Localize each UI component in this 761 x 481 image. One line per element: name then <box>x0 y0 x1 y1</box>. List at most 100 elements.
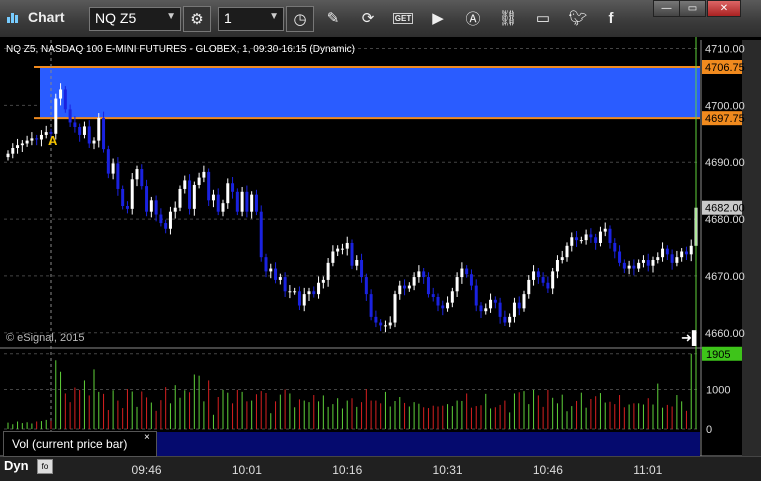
candle-body <box>465 268 469 275</box>
candle-body <box>207 171 211 201</box>
candle-body <box>551 271 555 289</box>
candle-body <box>584 234 588 241</box>
candle-body <box>565 245 569 258</box>
chevron-down-icon[interactable]: ▼ <box>269 11 279 22</box>
candle-body <box>608 228 612 243</box>
zone-bottom-price-tag: 4697.75 <box>705 113 745 125</box>
candle-body <box>670 254 674 263</box>
candle-body <box>575 237 579 241</box>
symbol-input[interactable]: NQ Z5 ▼ <box>89 7 181 31</box>
candle-body <box>508 316 512 323</box>
chevron-down-icon[interactable]: ▼ <box>166 11 176 22</box>
candle-body <box>527 279 531 295</box>
candle-body <box>111 163 115 174</box>
close-icon: ✕ <box>719 3 729 14</box>
candle-body <box>269 268 273 272</box>
candle-body <box>336 248 340 252</box>
candle-body <box>39 134 43 140</box>
candle-body <box>154 200 158 215</box>
price-tick-label: 4710.00 <box>705 44 745 56</box>
refresh-button[interactable]: ⟳ <box>355 6 381 30</box>
candle-body <box>360 260 364 278</box>
chart-canvas[interactable]: 4660.00 4670.00 4680.00 4690.00 4700.00 4710.… <box>0 37 761 481</box>
close-window-button[interactable]: ✕ <box>707 0 741 17</box>
interval-input[interactable]: 1 ▼ <box>218 7 284 31</box>
candle-body <box>202 171 206 178</box>
candle-body <box>484 308 488 312</box>
candle-body <box>293 291 297 293</box>
candle-body <box>192 184 196 209</box>
candle-body <box>641 260 645 263</box>
twitter-button[interactable]: 🐦︎ <box>565 6 591 30</box>
jump-to-end-button[interactable]: ➜▌ <box>681 330 701 346</box>
chart-app-icon <box>7 13 18 23</box>
refresh-icon: ⟳ <box>361 10 375 27</box>
link-icon: ⛓ <box>498 10 518 27</box>
supply-zone <box>40 67 700 119</box>
candle-body <box>78 126 82 135</box>
minimize-icon: — <box>661 3 672 14</box>
mode-lock-icon[interactable]: fo <box>37 459 53 474</box>
link-button[interactable]: ⛓ <box>495 6 521 30</box>
candle-body <box>469 274 473 286</box>
dynamic-mode-label[interactable]: Dyn <box>4 458 29 473</box>
candle-body <box>393 294 397 323</box>
candle-body <box>646 260 650 266</box>
candle-body <box>407 285 411 289</box>
candle-body <box>675 257 679 263</box>
candle-body <box>541 277 545 283</box>
candle-body <box>383 325 387 327</box>
jump-end-icon: ➜▌ <box>681 330 702 345</box>
volume-study-label[interactable]: Vol (current price bar) <box>3 431 157 457</box>
candle-body <box>618 251 622 263</box>
alert-button[interactable]: Ⓐ <box>460 6 486 30</box>
candle-body <box>30 138 34 141</box>
candle-body <box>188 180 192 209</box>
volume-study-name: Vol (current price bar) <box>12 437 128 451</box>
candle-body <box>340 248 344 250</box>
candle-body <box>312 291 316 295</box>
symbol-value: NQ Z5 <box>95 10 137 26</box>
candle-body <box>651 260 655 266</box>
draw-tool-button[interactable]: ✎ <box>320 6 346 30</box>
candle-body <box>106 149 110 174</box>
close-volume-study-icon[interactable]: × <box>144 432 150 443</box>
candle-body <box>149 200 153 212</box>
candle-body <box>54 98 58 134</box>
play-button[interactable]: ▶ <box>425 6 451 30</box>
candle-body <box>183 180 187 189</box>
time-tick-label: 10:16 <box>332 463 362 477</box>
candle-body <box>503 316 507 323</box>
get-data-button[interactable]: GET <box>390 6 416 30</box>
candle-body <box>173 207 177 212</box>
candle-body <box>145 186 149 212</box>
maximize-button[interactable]: ▭ <box>679 0 706 17</box>
candle-body <box>25 140 29 144</box>
toolbar: Chart NQ Z5 ▼ ⚙ 1 ▼ ◷ ✎ ⟳ GET ▶ Ⓐ ⛓ ▭ 🐦︎… <box>0 0 761 38</box>
comment-button[interactable]: ▭ <box>530 6 556 30</box>
candle-body <box>364 277 368 295</box>
candle-body <box>307 291 311 295</box>
candle-body <box>35 138 39 140</box>
candle-body <box>426 277 430 295</box>
candle-body <box>197 177 201 185</box>
candle-body <box>613 242 617 252</box>
candle-body <box>379 322 383 326</box>
minimize-button[interactable]: — <box>653 0 680 17</box>
candle-body <box>321 279 325 283</box>
interval-clock-button[interactable]: ◷ <box>286 6 314 32</box>
candle-body <box>87 126 91 144</box>
facebook-button[interactable]: f <box>598 6 624 30</box>
candle-body <box>135 169 139 180</box>
candle-body <box>436 296 440 306</box>
candle-body <box>555 260 559 272</box>
symbol-settings-button[interactable]: ⚙ <box>183 6 211 32</box>
candle-body <box>536 271 540 278</box>
time-tick-label: 10:46 <box>533 463 563 477</box>
last-price-tag: 4682.00 <box>705 203 745 215</box>
candle-body <box>168 211 172 229</box>
candle-body <box>211 194 215 201</box>
candle-body <box>450 291 454 303</box>
chart-legend: NQ Z5, NASDAQ 100 E-MINI FUTURES - GLOBE… <box>6 44 355 55</box>
candle-body <box>59 89 63 99</box>
